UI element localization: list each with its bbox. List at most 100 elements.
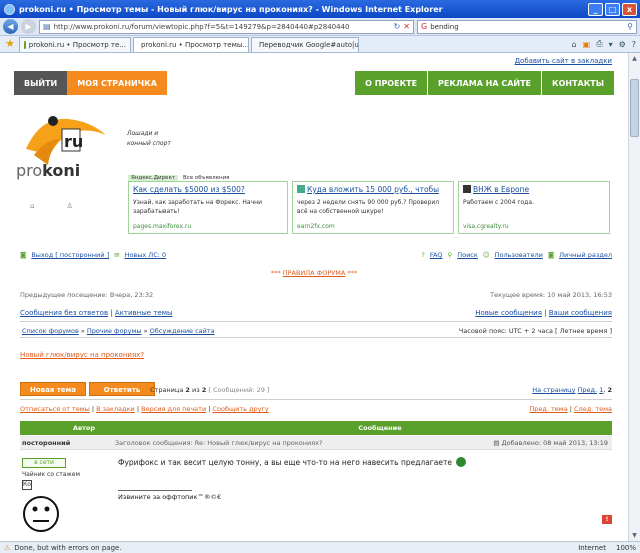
vertical-scrollbar[interactable]: ▲ ▼ [628,53,640,541]
address-toolbar: ◀ ▶ ▤ http://www.prokoni.ru/forum/viewto… [0,18,640,36]
refresh-icon[interactable]: ↻ [394,22,401,31]
tab-bar: ★ prokoni.ru • Просмотр те... prokoni.ru… [0,36,640,53]
home-icon[interactable]: ⌂ [572,40,577,49]
author-column-header: Автор [72,424,96,432]
pagination: На страницу Пред. 1, 2 [532,386,612,394]
topic-title[interactable]: Новый глюк/вирус на прокониях? [20,351,144,359]
ad-title[interactable]: Куда вложить 15 000 руб., чтобы [297,185,449,194]
tab-2[interactable]: prokoni.ru • Просмотр темы... × [133,37,249,52]
tools-menu-icon[interactable]: ⚙ [619,40,626,49]
print-icon[interactable]: ⎙ [596,39,602,49]
personal-section-link[interactable]: Личный раздел [559,251,612,259]
search-link[interactable]: Поиск [457,251,478,259]
rules-stars: *** [347,269,358,277]
breadcrumb-item[interactable]: Обсуждение сайта [150,327,215,335]
ads-nav-button[interactable]: РЕКЛАМА НА САЙТЕ [427,71,542,95]
about-nav-button[interactable]: О ПРОЕКТЕ [354,71,428,95]
faq-icon: ? [421,251,425,259]
tab-3[interactable]: Переводчик Google#auto|ul... [251,37,359,52]
bookmark-link[interactable]: В закладки [96,405,135,413]
scroll-up-icon[interactable]: ▲ [629,53,640,64]
warning-icon[interactable]: ⚠ [4,544,10,552]
zoom-level[interactable]: 100% [616,544,636,552]
address-bar[interactable]: ▤ http://www.prokoni.ru/forum/viewtopic.… [39,19,414,34]
search-icon: ⚲ [447,251,453,259]
new-posts-link[interactable]: Новые сообщения [475,309,542,317]
ad-text: Работаем с 2004 года. [463,199,534,206]
help-icon[interactable]: ? [632,40,636,49]
report-post-icon[interactable]: ! [602,515,612,524]
breadcrumb-item[interactable]: Прочие форумы [87,327,142,335]
page-1-link[interactable]: 1 [599,386,603,394]
page-viewport: Добавить сайт в закладки ВЫЙТИ МОЯ СТРАН… [0,53,628,541]
post-subject: Заголовок сообщения: Re: Новый глюк/виру… [115,438,323,447]
scroll-thumb[interactable] [630,79,639,137]
back-button[interactable]: ◀ [3,19,18,34]
tagline-line: Лошади и [127,130,159,137]
post-icon[interactable]: ▤ [493,439,499,447]
forward-button[interactable]: ▶ [21,19,36,34]
home-icon[interactable]: ⌂ [30,202,34,210]
users-link[interactable]: Пользователи [495,251,543,259]
site-tagline: Лошади и конный спорт [127,129,171,149]
address-input[interactable]: http://www.prokoni.ru/forum/viewtopic.ph… [54,23,391,31]
sitemap-icon[interactable]: ♙ [66,202,72,210]
ad-text: Узнай, как заработать на Форекс. Начни з… [133,199,262,215]
reply-button[interactable]: Ответить [89,382,155,396]
favorites-star-icon[interactable]: ★ [3,36,17,52]
prev-topic-link[interactable]: Пред. тема [529,405,567,413]
tell-friend-link[interactable]: Сообщить другу [213,405,269,413]
post-author[interactable]: посторонний [20,439,115,447]
page-2-current: 2 [607,386,612,394]
my-page-nav-button[interactable]: МОЯ СТРАНИЧКА [67,71,167,95]
ad-image-icon [297,185,305,193]
unanswered-link[interactable]: Сообщения без ответов [20,309,108,317]
next-topic-link[interactable]: След. тема [574,405,612,413]
new-pm-link[interactable]: Новых ЛС: 0 [125,251,167,259]
ad-title[interactable]: ВНЖ в Европе [463,185,605,194]
contacts-nav-button[interactable]: КОНТАКТЫ [541,71,614,95]
topic-actions: Отписаться от темы | В закладки | Версия… [20,405,269,413]
feeds-icon[interactable]: ▣ [583,40,591,49]
rank-icon: Ко [22,480,32,490]
faq-link[interactable]: FAQ [430,251,443,259]
unsubscribe-link[interactable]: Отписаться от темы [20,405,90,413]
user-rank: Чайник со стажем [22,471,81,478]
new-topic-button[interactable]: Новая тема [20,382,86,396]
your-posts-link[interactable]: Ваши сообщения [549,309,612,317]
minimize-button[interactable]: _ [588,2,603,16]
page-label: Страница [150,386,184,394]
ad-title-text: ВНЖ в Европе [473,185,530,194]
prev-page-link[interactable]: Пред. [578,386,598,394]
search-icon[interactable]: ⚲ [627,22,633,31]
forum-rules-link[interactable]: ПРАВИЛА ФОРУМА [283,269,346,277]
ad-block[interactable]: ВНЖ в Европе Работаем с 2004 года. visa.… [458,181,610,234]
ad-block[interactable]: Как сделать $5000 из $500? Узнай, как за… [128,181,288,234]
search-box[interactable]: G bending ⚲ [417,19,637,34]
ad-url[interactable]: pages.maxiforex.ru [133,223,191,230]
tab-1[interactable]: prokoni.ru • Просмотр те... [19,37,131,52]
signature: Извините за оффтопик™®©€ [118,493,222,501]
maximize-button[interactable]: □ [605,2,620,16]
ad-title[interactable]: Как сделать $5000 из $500? [133,185,283,194]
print-version-link[interactable]: Версия для печати [141,405,206,413]
add-bookmark-link[interactable]: Добавить сайт в закладки [515,57,612,65]
logo-prefix: pro [16,161,43,180]
forum-rules: *** ПРАВИЛА ФОРУМА *** [0,269,628,277]
smiley-icon [455,457,466,467]
active-topics-link[interactable]: Активные темы [115,309,173,317]
ad-url[interactable]: earn2fx.com [297,223,335,230]
logout-link[interactable]: Выход [ посторонний ] [31,251,109,259]
page-menu-icon[interactable]: ▾ [609,40,613,49]
goto-page-link[interactable]: На страницу [532,386,575,394]
breadcrumb-item[interactable]: Список форумов [22,327,79,335]
ad-block[interactable]: Куда вложить 15 000 руб., чтобы через 2 … [292,181,454,234]
search-input[interactable]: bending [430,23,624,31]
logout-nav-button[interactable]: ВЫЙТИ [14,71,68,95]
previous-visit: Предыдущее посещение: Вчера, 23:32 [20,291,154,299]
scroll-down-icon[interactable]: ▼ [629,530,640,541]
ad-url[interactable]: visa.cgrealty.ru [463,223,509,230]
logo-wordmark[interactable]: prokoni [16,161,80,180]
stop-icon[interactable]: ✕ [403,22,410,31]
close-button[interactable]: x [622,2,637,16]
